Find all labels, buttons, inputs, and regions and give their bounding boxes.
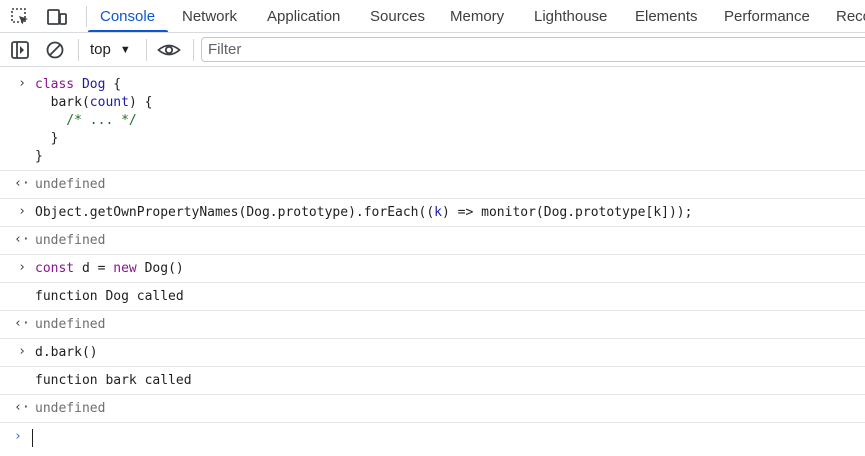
console-toolbar: top ▼ [0, 33, 865, 67]
code-token: ) => monitor(Dog.prototype[k])); [442, 205, 693, 220]
tab-application[interactable]: Application [267, 0, 340, 32]
code-token: class [35, 77, 82, 92]
result-value: undefined [35, 317, 106, 332]
tab-sources[interactable]: Sources [370, 0, 425, 32]
console-result-entry: ‹· undefined [0, 311, 865, 339]
code-token: const [35, 261, 75, 276]
context-selector[interactable]: top ▼ [86, 39, 135, 61]
tab-lighthouse[interactable]: Lighthouse [534, 0, 607, 32]
code-line: Object.getOwnPropertyNames(Dog.prototype… [35, 204, 692, 222]
caret-down-icon: ▼ [119, 44, 131, 56]
result-arrow-icon: ‹· [14, 400, 30, 415]
result-value: undefined [35, 233, 106, 248]
tab-console[interactable]: Console [100, 0, 155, 32]
code-block: class Dog { bark(count) { /* ... */ } } [35, 76, 152, 166]
tab-memory[interactable]: Memory [450, 0, 504, 32]
code-token: ) { [128, 95, 153, 110]
code-line: d.bark() [35, 345, 98, 360]
console-messages: › class Dog { bark(count) { /* ... */ } … [0, 67, 865, 423]
code-token: } [35, 131, 59, 146]
live-expression-eye-icon[interactable] [157, 40, 181, 60]
code-token: count [89, 95, 129, 110]
tab-network[interactable]: Network [182, 0, 237, 32]
filter-input[interactable] [201, 37, 865, 62]
inspect-element-icon[interactable] [10, 7, 30, 27]
context-label: top [90, 41, 111, 58]
console-prompt[interactable]: › [0, 425, 865, 451]
input-chevron-icon: › [18, 344, 26, 359]
toolbar-separator [193, 39, 194, 61]
toolbar-separator [78, 39, 79, 61]
console-result-entry: ‹· undefined [0, 395, 865, 423]
tab-separator [86, 6, 87, 27]
clear-console-icon[interactable] [45, 40, 65, 60]
toolbar-separator [146, 39, 147, 61]
code-token: { [105, 77, 122, 92]
code-token: bark( [35, 95, 90, 110]
prompt-chevron-icon: › [14, 429, 22, 444]
console-log-entry: function Dog called [0, 283, 865, 311]
result-value: undefined [35, 177, 106, 192]
code-line: const d = new Dog() [35, 260, 184, 278]
console-input-entry: › const d = new Dog() [0, 255, 865, 283]
result-arrow-icon: ‹· [14, 316, 30, 331]
code-token: new [113, 261, 137, 276]
code-token: Dog() [136, 261, 184, 276]
sidebar-toggle-icon[interactable] [10, 40, 30, 60]
result-value: undefined [35, 401, 106, 416]
console-input-entry: › Object.getOwnPropertyNames(Dog.prototy… [0, 199, 865, 227]
code-token: } [35, 149, 43, 164]
console-input-entry: › d.bark() [0, 339, 865, 367]
console-input-entry: › class Dog { bark(count) { /* ... */ } … [0, 67, 865, 171]
log-message: function Dog called [35, 289, 184, 304]
code-token: Dog [81, 77, 106, 92]
tab-performance[interactable]: Performance [724, 0, 810, 32]
result-arrow-icon: ‹· [14, 176, 30, 191]
devtools-tabbar: Console Network Application Sources Memo… [0, 0, 865, 33]
input-chevron-icon: › [18, 260, 26, 275]
code-token: d = [74, 261, 114, 276]
device-toolbar-icon[interactable] [46, 7, 67, 27]
code-token: k [434, 205, 442, 220]
code-token: Object.getOwnPropertyNames(Dog.prototype… [35, 205, 435, 220]
result-arrow-icon: ‹· [14, 232, 30, 247]
console-result-entry: ‹· undefined [0, 227, 865, 255]
console-result-entry: ‹· undefined [0, 171, 865, 199]
console-log-entry: function bark called [0, 367, 865, 395]
code-comment: /* ... */ [35, 113, 137, 128]
text-cursor [32, 429, 33, 447]
input-chevron-icon: › [18, 76, 26, 91]
tab-recorder[interactable]: Reco [836, 0, 865, 32]
log-message: function bark called [35, 373, 192, 388]
tab-elements[interactable]: Elements [635, 0, 698, 32]
input-chevron-icon: › [18, 204, 26, 219]
